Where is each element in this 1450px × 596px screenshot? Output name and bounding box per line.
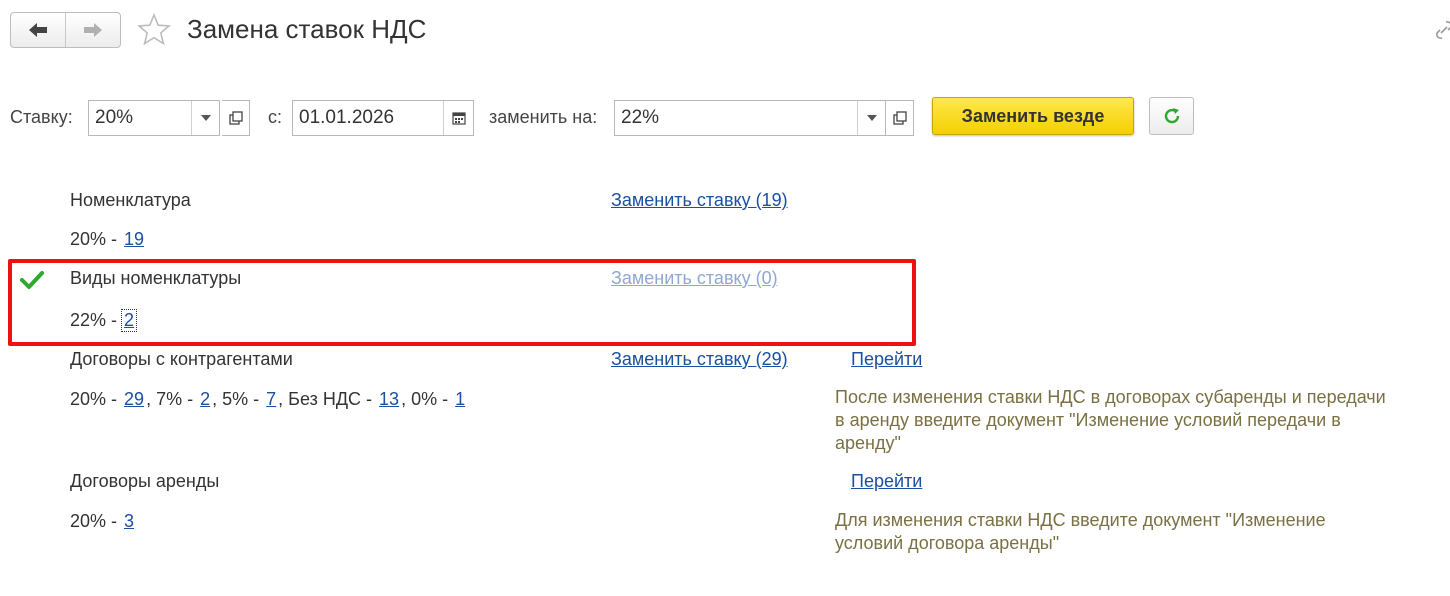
go-link-lease-contracts[interactable]: Перейти <box>851 471 922 492</box>
replace-label: заменить на: <box>489 107 598 127</box>
replace-rate-value: 22% <box>621 107 660 128</box>
replace-everywhere-button[interactable]: Заменить везде <box>932 97 1134 135</box>
rate-count-link[interactable]: 1 <box>453 389 467 410</box>
checkmark-icon <box>20 271 44 289</box>
rate-value: 22% <box>70 310 107 330</box>
calendar-button[interactable] <box>443 101 473 135</box>
arrow-right-icon <box>84 23 102 37</box>
rate-value: 20% <box>70 389 107 409</box>
rate-open-button[interactable] <box>222 100 250 136</box>
calendar-icon <box>451 112 466 125</box>
date-input[interactable]: 01.01.2026 <box>292 100 474 136</box>
rate-count-link[interactable]: 2 <box>121 309 138 332</box>
rate-count-link[interactable]: 7 <box>264 389 278 410</box>
back-button[interactable] <box>11 13 65 47</box>
rate-count-link[interactable]: 29 <box>122 389 146 410</box>
go-link-contracts[interactable]: Перейти <box>851 349 922 370</box>
star-icon[interactable] <box>136 12 172 48</box>
replace-rate-link-nomenclature[interactable]: Заменить ставку (19) <box>611 190 788 211</box>
dropdown-button[interactable] <box>857 101 885 135</box>
rate-line-contracts: 20% - 29, 7% - 2, 5% - 7, Без НДС - 13, … <box>70 389 467 410</box>
chevron-down-icon <box>200 115 211 121</box>
rate-count-link[interactable]: 19 <box>122 229 146 250</box>
rate-count-link[interactable]: 2 <box>198 389 212 410</box>
rate-count-link[interactable]: 13 <box>377 389 401 410</box>
rate-line-nomenclature-types: 22% - 2 <box>70 309 138 332</box>
replace-rate-open-button[interactable] <box>886 100 914 136</box>
rate-label: Ставку: <box>10 107 73 127</box>
chevron-down-icon <box>866 115 877 121</box>
rate-value: 5% <box>222 389 249 409</box>
rate-select[interactable]: 20% <box>88 100 220 136</box>
rate-count-link[interactable]: 3 <box>122 511 136 532</box>
rate-value: 7% <box>156 389 183 409</box>
note-lease-contracts: Для изменения ставки НДС введите докумен… <box>835 510 1326 553</box>
replace-rate-link-contracts[interactable]: Заменить ставку (29) <box>611 349 788 370</box>
open-window-icon <box>228 111 243 125</box>
section-title-lease-contracts: Договоры аренды <box>70 471 220 491</box>
note-contracts: После изменения ставки НДС в договорах с… <box>835 387 1386 453</box>
link-icon[interactable] <box>1434 18 1450 42</box>
replace-rate-select[interactable]: 22% <box>614 100 886 136</box>
rate-value: 20% <box>70 229 107 249</box>
date-label: с: <box>268 107 283 127</box>
navigation-buttons <box>10 12 121 48</box>
rate-select-value: 20% <box>95 107 134 128</box>
section-title-contracts: Договоры с контрагентами <box>70 349 293 369</box>
arrow-left-icon <box>29 23 47 37</box>
replace-rate-link-nomenclature-types[interactable]: Заменить ставку (0) <box>611 268 778 289</box>
rate-line-lease-contracts: 20% - 3 <box>70 511 136 532</box>
page-title: Замена ставок НДС <box>187 14 427 44</box>
dropdown-button[interactable] <box>191 101 219 135</box>
section-title-nomenclature: Номенклатура <box>70 190 191 210</box>
open-window-icon <box>892 111 907 125</box>
refresh-icon <box>1164 108 1179 124</box>
date-input-value: 01.01.2026 <box>299 107 395 128</box>
rate-line-nomenclature: 20% - 19 <box>70 229 146 250</box>
refresh-button[interactable] <box>1149 97 1194 135</box>
section-title-nomenclature-types: Виды номенклатуры <box>70 268 242 288</box>
forward-button[interactable] <box>65 13 120 47</box>
rate-value: Без НДС <box>288 389 362 409</box>
rate-value: 20% <box>70 511 107 531</box>
rate-value: 0% <box>411 389 438 409</box>
